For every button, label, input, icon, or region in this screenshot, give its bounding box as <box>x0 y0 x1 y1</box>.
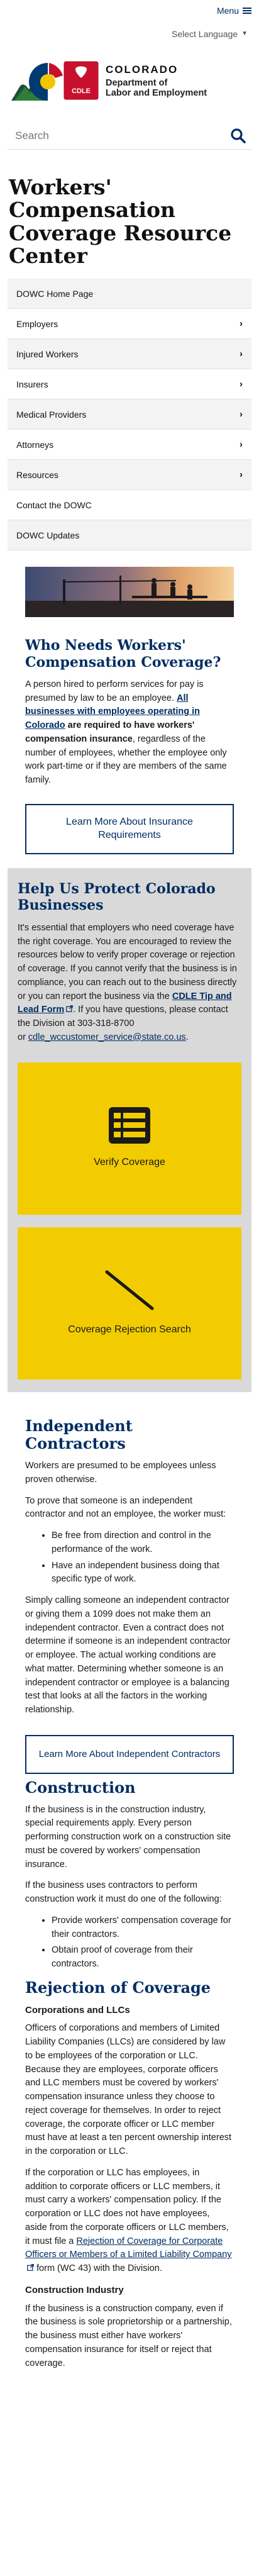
logo-dept-line2: Labor and Employment <box>106 88 207 99</box>
contractors-p2: To prove that someone is an independent … <box>25 1495 226 1520</box>
independent-contractors-section: Independent Contractors Workers are pres… <box>0 1392 259 1774</box>
chevron-right-icon: › <box>240 408 243 420</box>
who-needs-heading: Who Needs Workers' Compensation Coverage… <box>25 637 221 671</box>
list-item: Provide workers' compensation coverage f… <box>52 1914 234 1942</box>
logo-state: COLORADO <box>106 64 179 75</box>
independent-contractors-button[interactable]: Learn More About Independent Contractors <box>25 1734 234 1774</box>
coverage-rejection-search-card[interactable]: Coverage Rejection Search <box>18 1227 241 1380</box>
corporations-subheading: Corporations and LLCs <box>25 2004 130 2016</box>
construction-heading: Construction <box>25 1778 136 1797</box>
rejection-p3: If the business is a construction compan… <box>25 2303 232 2368</box>
help-protect-heading: Help Us Protect Colorado Businesses <box>18 880 216 914</box>
rejection-p1: Officers of corporations and members of … <box>25 2023 232 2157</box>
verify-coverage-label: Verify Coverage <box>94 1156 165 1168</box>
nav-item-resources[interactable]: Resources › <box>8 460 251 491</box>
top-bar: Menu <box>0 0 259 21</box>
external-link-icon <box>66 1005 73 1013</box>
logo-dept-line1: Department of <box>106 77 168 88</box>
who-needs-text: A person hired to perform services for p… <box>25 678 234 788</box>
nav-item-label: Medical Providers <box>16 409 87 420</box>
coverage-rejection-label: Coverage Rejection Search <box>68 1324 191 1335</box>
who-needs-coverage-section: Who Needs Workers' Compensation Coverage… <box>0 617 259 854</box>
rejection-p2: If the corporation or LLC has employees,… <box>25 2166 234 2276</box>
language-selector[interactable]: Select Language ▼ <box>0 21 259 47</box>
contractors-p1: Workers are presumed to be employees unl… <box>25 1461 216 1485</box>
rejection-section: Rejection of Coverage Corporations and L… <box>0 1978 259 2371</box>
search-icon[interactable] <box>230 128 246 144</box>
nav-item-label: Attorneys <box>16 439 54 450</box>
photo-svg <box>25 567 234 618</box>
nav-item-insurers[interactable]: Insurers › <box>8 369 251 400</box>
colorado-logo-icon: CDLE <box>11 61 99 101</box>
list-icon <box>109 1107 150 1144</box>
external-link-icon <box>27 2264 34 2272</box>
contractors-p3: Simply calling someone an independent co… <box>25 1595 231 1715</box>
nav-item-dowc-home-page[interactable]: DOWC Home Page <box>8 279 251 309</box>
cdle-badge-text: CDLE <box>72 87 91 95</box>
site-logo[interactable]: CDLE COLORADO Department of Labor and Em… <box>0 47 259 114</box>
nav-item-label: Resources <box>16 469 58 480</box>
chevron-right-icon: › <box>240 438 243 450</box>
nav-item-contact-the-dowc[interactable]: Contact the DOWC <box>8 490 251 521</box>
nav-item-dowc-updates[interactable]: DOWC Updates <box>8 520 251 551</box>
construction-workers-image <box>25 567 234 618</box>
list-item: Obtain proof of coverage from their cont… <box>52 1944 234 1971</box>
page-title: Workers' Compensation Coverage Resource … <box>9 175 232 268</box>
nav-item-label: DOWC Home Page <box>16 288 94 299</box>
help-protect-text: It's essential that employers who need c… <box>18 922 241 1045</box>
nav-item-attorneys[interactable]: Attorneys › <box>8 430 251 460</box>
chevron-right-icon: › <box>240 348 243 359</box>
language-label: Select Language <box>172 28 238 39</box>
rejection-heading: Rejection of Coverage <box>25 1978 211 1997</box>
chevron-right-icon: › <box>240 469 243 480</box>
contractors-heading: Independent Contractors <box>25 1416 133 1453</box>
help-text-1: It's essential that employers who need c… <box>18 922 237 1001</box>
verify-coverage-card[interactable]: Verify Coverage <box>18 1062 241 1215</box>
list-item: Be free from direction and control in th… <box>52 1529 234 1557</box>
chevron-down-icon: ▼ <box>241 30 248 37</box>
list-item: Have an independent business doing that … <box>52 1559 234 1587</box>
search-input[interactable] <box>15 129 230 142</box>
construction-section: Construction If the business is in the c… <box>0 1774 259 1971</box>
rejection-p2-b: form (WC 43) with the Division. <box>34 2263 162 2274</box>
nav-item-label: Employers <box>16 318 58 329</box>
help-protect-section: Help Us Protect Colorado Businesses It's… <box>8 867 251 1392</box>
rejection-p2-a: If the corporation or LLC has employees,… <box>25 2167 229 2246</box>
logo-wordmark: COLORADO Department of Labor and Employm… <box>106 62 207 99</box>
independent-contractors-label: Learn More About Independent Contractors <box>38 1749 221 1760</box>
insurance-requirements-label: Learn More About Insurance Requirements <box>66 817 193 840</box>
hamburger-icon <box>243 7 251 14</box>
help-text-4: . <box>185 1032 189 1042</box>
nav-item-label: Insurers <box>16 379 48 389</box>
construction-industry-subheading: Construction Industry <box>25 2284 124 2295</box>
nav-item-medical-providers[interactable]: Medical Providers › <box>8 399 251 430</box>
insurance-requirements-button[interactable]: Learn More About Insurance Requirements <box>25 803 234 854</box>
construction-p1: If the business is in the construction i… <box>25 1804 231 1870</box>
contractor-requirements-list: Be free from direction and control in th… <box>25 1529 234 1586</box>
nav-item-employers[interactable]: Employers › <box>8 309 251 340</box>
nav-item-label: DOWC Updates <box>16 530 80 540</box>
menu-button[interactable]: Menu <box>217 4 251 17</box>
help-text-3: or <box>18 1032 28 1042</box>
customer-service-email-link[interactable]: cdle_wccustomer_service@state.co.us <box>28 1032 186 1042</box>
slash-icon <box>105 1270 154 1310</box>
search-bar <box>8 122 251 150</box>
chevron-right-icon: › <box>240 378 243 389</box>
nav-item-label: Injured Workers <box>16 348 79 359</box>
section-nav: DOWC Home Page Employers › Injured Workers ›… <box>8 279 251 551</box>
construction-options-list: Provide workers' compensation coverage f… <box>25 1914 234 1971</box>
menu-label: Menu <box>216 5 239 16</box>
construction-p2: If the business uses contractors to perf… <box>25 1880 222 1905</box>
nav-item-injured-workers[interactable]: Injured Workers › <box>8 339 251 370</box>
nav-item-label: Contact the DOWC <box>16 499 92 510</box>
chevron-right-icon: › <box>240 318 243 329</box>
